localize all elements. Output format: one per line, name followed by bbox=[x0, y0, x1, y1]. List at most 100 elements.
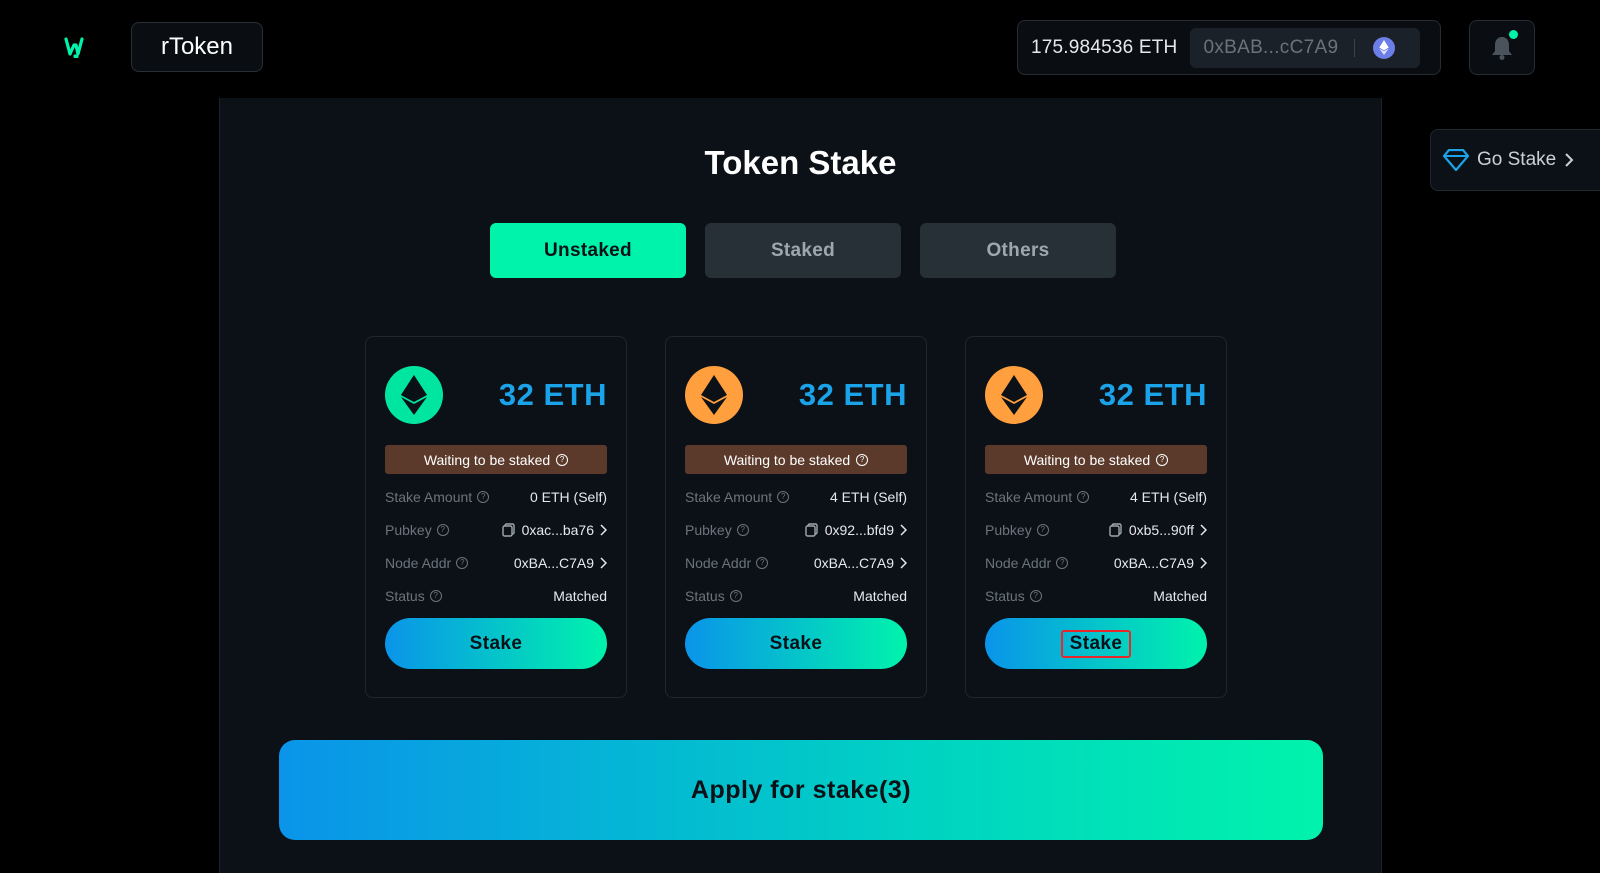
status-banner-text: Waiting to be staked bbox=[723, 451, 851, 468]
tab-staked[interactable]: Staked bbox=[705, 223, 901, 278]
stake-amount-label: Stake Amount bbox=[385, 488, 473, 505]
status-row: Status? Matched bbox=[385, 579, 607, 612]
help-icon[interactable]: ? bbox=[736, 523, 749, 536]
ethereum-icon bbox=[385, 366, 443, 424]
help-icon[interactable]: ? bbox=[456, 556, 469, 569]
help-icon[interactable]: ? bbox=[1077, 490, 1090, 503]
status-value: Matched bbox=[553, 587, 607, 604]
tab-others[interactable]: Others bbox=[920, 223, 1116, 278]
help-icon[interactable]: ? bbox=[1156, 453, 1169, 466]
tab-unstaked[interactable]: Unstaked bbox=[490, 223, 686, 278]
pubkey-label: Pubkey bbox=[985, 521, 1032, 538]
help-icon[interactable]: ? bbox=[477, 490, 490, 503]
chevron-right-icon[interactable] bbox=[900, 556, 907, 569]
wallet-widget[interactable]: 175.984536 ETH 0xBAB...cC7A9 bbox=[1017, 20, 1441, 75]
pubkey-row: Pubkey? 0xac...ba76 bbox=[385, 513, 607, 546]
validator-cards: 32 ETH Waiting to be staked ? Stake Amou… bbox=[365, 336, 1227, 698]
pubkey-row: Pubkey? 0x92...bfd9 bbox=[685, 513, 907, 546]
chevron-right-icon[interactable] bbox=[900, 523, 907, 536]
pubkey-row: Pubkey? 0xb5...90ff bbox=[985, 513, 1207, 546]
help-icon[interactable]: ? bbox=[429, 589, 442, 602]
stake-amount-label: Stake Amount bbox=[985, 488, 1073, 505]
status-banner-text: Waiting to be staked bbox=[1023, 451, 1151, 468]
copy-icon[interactable] bbox=[805, 522, 819, 537]
go-stake-label: Go Stake bbox=[1477, 149, 1557, 170]
stake-amount-value: 4 ETH (Self) bbox=[829, 488, 907, 505]
node-addr-row: Node Addr? 0xBA...C7A9 bbox=[685, 546, 907, 579]
pubkey-value[interactable]: 0x92...bfd9 bbox=[825, 522, 894, 538]
brand-label: rToken bbox=[160, 33, 234, 60]
copy-icon[interactable] bbox=[1109, 522, 1123, 537]
pubkey-label: Pubkey bbox=[685, 521, 732, 538]
status-row: Status? Matched bbox=[685, 579, 907, 612]
node-addr-row: Node Addr? 0xBA...C7A9 bbox=[385, 546, 607, 579]
node-addr-label: Node Addr bbox=[685, 554, 752, 571]
node-addr-row: Node Addr? 0xBA...C7A9 bbox=[985, 546, 1207, 579]
copy-icon[interactable] bbox=[501, 522, 516, 537]
help-icon[interactable]: ? bbox=[729, 589, 742, 602]
chevron-right-icon[interactable] bbox=[600, 523, 607, 536]
node-addr-value[interactable]: 0xBA...C7A9 bbox=[814, 555, 894, 571]
validator-card: 32 ETH Waiting to be staked ? Stake Amou… bbox=[665, 336, 927, 698]
chevron-right-icon[interactable] bbox=[1200, 556, 1207, 569]
app-logo-icon[interactable] bbox=[64, 36, 88, 60]
stake-amount-value: 4 ETH (Self) bbox=[1129, 488, 1207, 505]
pubkey-value[interactable]: 0xb5...90ff bbox=[1129, 522, 1194, 538]
status-banner: Waiting to be staked ? bbox=[985, 445, 1207, 474]
status-value: Matched bbox=[1153, 587, 1207, 604]
status-label: Status bbox=[385, 587, 425, 604]
stake-amount-label: Stake Amount bbox=[685, 488, 773, 505]
stake-button[interactable]: Stake bbox=[385, 618, 607, 669]
wallet-address-box[interactable]: 0xBAB...cC7A9 bbox=[1190, 27, 1421, 68]
chevron-right-icon[interactable] bbox=[1200, 523, 1207, 536]
stake-button[interactable]: Stake bbox=[685, 618, 907, 669]
status-banner: Waiting to be staked ? bbox=[685, 445, 907, 474]
apply-for-stake-button[interactable]: Apply for stake(3) bbox=[279, 740, 1323, 840]
node-addr-value[interactable]: 0xBA...C7A9 bbox=[1114, 555, 1194, 571]
stake-button[interactable]: Stake bbox=[985, 618, 1207, 669]
help-icon[interactable]: ? bbox=[756, 556, 769, 569]
eth-amount: 32 ETH bbox=[498, 377, 607, 412]
chevron-right-icon[interactable] bbox=[600, 556, 607, 569]
ethereum-icon bbox=[985, 366, 1043, 424]
help-icon[interactable]: ? bbox=[777, 490, 790, 503]
node-addr-value[interactable]: 0xBA...C7A9 bbox=[514, 555, 594, 571]
eth-amount: 32 ETH bbox=[798, 377, 907, 412]
stake-amount-row: Stake Amount? 4 ETH (Self) bbox=[685, 480, 907, 513]
help-icon[interactable]: ? bbox=[1036, 523, 1049, 536]
status-label: Status bbox=[685, 587, 725, 604]
stake-button-label: Stake bbox=[469, 632, 523, 654]
node-addr-label: Node Addr bbox=[985, 554, 1052, 571]
diamond-icon bbox=[1443, 149, 1469, 171]
page-title: Token Stake bbox=[704, 144, 897, 181]
help-icon[interactable]: ? bbox=[436, 523, 449, 536]
ethereum-icon bbox=[685, 366, 743, 424]
stake-button-label: Stake bbox=[1060, 629, 1132, 658]
notifications-button[interactable] bbox=[1469, 20, 1535, 75]
stake-tabs: Unstaked Staked Others bbox=[490, 223, 1116, 278]
go-stake-link[interactable]: Go Stake bbox=[1430, 129, 1600, 191]
pubkey-value[interactable]: 0xac...ba76 bbox=[522, 522, 594, 538]
wallet-balance: 175.984536 ETH bbox=[1031, 36, 1178, 58]
ethereum-network-icon bbox=[1373, 36, 1396, 59]
stake-amount-row: Stake Amount? 4 ETH (Self) bbox=[985, 480, 1207, 513]
help-icon[interactable]: ? bbox=[1056, 556, 1069, 569]
apply-button-label: Apply for stake(3) bbox=[690, 775, 912, 804]
help-icon[interactable]: ? bbox=[856, 453, 869, 466]
stake-amount-row: Stake Amount? 0 ETH (Self) bbox=[385, 480, 607, 513]
wallet-address: 0xBAB...cC7A9 bbox=[1203, 36, 1339, 58]
status-banner-text: Waiting to be staked bbox=[423, 451, 551, 468]
stake-amount-value: 0 ETH (Self) bbox=[529, 488, 607, 505]
chevron-right-icon bbox=[1565, 153, 1574, 167]
rtoken-brand-button[interactable]: rToken bbox=[131, 22, 263, 72]
status-row: Status? Matched bbox=[985, 579, 1207, 612]
eth-amount: 32 ETH bbox=[1098, 377, 1207, 412]
validator-card: 32 ETH Waiting to be staked ? Stake Amou… bbox=[365, 336, 627, 698]
node-addr-label: Node Addr bbox=[385, 554, 452, 571]
status-value: Matched bbox=[853, 587, 907, 604]
help-icon[interactable]: ? bbox=[1029, 589, 1042, 602]
help-icon[interactable]: ? bbox=[556, 453, 569, 466]
stake-button-label: Stake bbox=[769, 632, 823, 654]
pubkey-label: Pubkey bbox=[385, 521, 432, 538]
wallet-divider bbox=[1354, 38, 1356, 57]
